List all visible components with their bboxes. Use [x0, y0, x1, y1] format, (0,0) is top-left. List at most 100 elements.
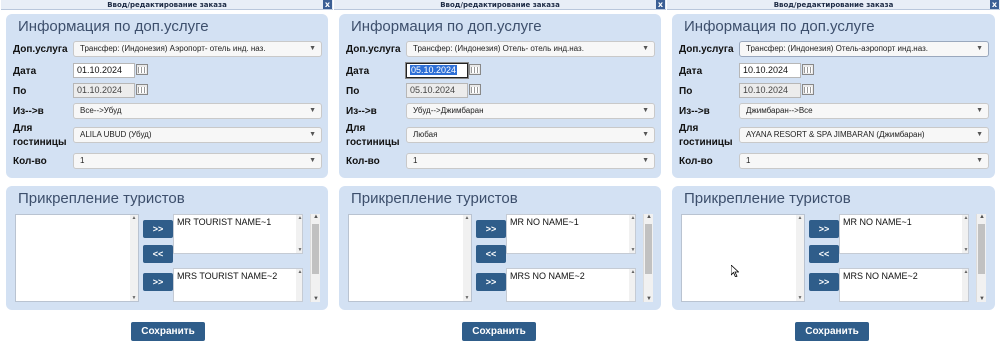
list-scrollbar[interactable]: ▲ ▼	[296, 215, 302, 253]
list-scrollbar[interactable]: ▲ ▼	[629, 215, 635, 253]
hotel-select[interactable]: ALILA UBUD (Убуд) ▼	[73, 127, 322, 143]
tourist-slot-1[interactable]: MR TOURIST NAME~1 ▲ ▼	[173, 214, 303, 254]
list-scrollbar[interactable]: ▲ ▼	[796, 215, 804, 301]
save-button[interactable]: Сохранить	[131, 322, 205, 341]
service-select[interactable]: Трансфер: (Индонезия) Аэропорт- отель ин…	[73, 41, 322, 57]
chevron-down-icon: ▼	[642, 45, 649, 52]
scroll-up-icon[interactable]: ▲	[296, 269, 304, 275]
scroll-up-icon[interactable]: ▲	[629, 269, 637, 275]
qty-select[interactable]: 1 ▼	[739, 153, 989, 169]
route-select[interactable]: Все-->Убуд ▼	[73, 103, 322, 119]
available-tourists-list[interactable]: ▲ ▼	[348, 214, 472, 302]
to-date-label: По	[346, 86, 360, 97]
attach-scrollbar[interactable]: ▲ ▼	[643, 214, 653, 302]
list-scrollbar[interactable]: ▲ ▼	[463, 215, 471, 301]
add-tourist-button[interactable]: >>	[809, 273, 839, 291]
date-field[interactable]: 05.10.2024	[406, 63, 468, 78]
save-button[interactable]: Сохранить	[795, 322, 869, 341]
close-icon[interactable]: x	[323, 0, 332, 9]
scroll-up-icon[interactable]: ▲	[629, 215, 637, 221]
tourist-slot-1[interactable]: MR NO NAME~1 ▲ ▼	[506, 214, 636, 254]
hotel-label: Для гостиницы	[679, 122, 733, 150]
service-label: Доп.услуга	[346, 44, 401, 55]
tourist-attach-card: Прикрепление туристов ▲ ▼ >> << MR NO NAM…	[672, 186, 995, 310]
available-tourists-list[interactable]: ▲ ▼	[681, 214, 805, 302]
tourist-slot-2[interactable]: MRS TOURIST NAME~2 ▲	[173, 268, 303, 302]
add-tourist-button[interactable]: >>	[143, 273, 173, 291]
scroll-down-icon[interactable]: ▼	[977, 296, 987, 302]
remove-tourist-button[interactable]: <<	[476, 245, 506, 263]
scroll-down-icon[interactable]: ▼	[644, 296, 654, 302]
tourist-name: MRS NO NAME~2	[510, 271, 585, 281]
add-tourist-button[interactable]: >>	[143, 220, 173, 238]
scroll-up-icon[interactable]: ▲	[130, 215, 138, 221]
scroll-down-icon[interactable]: ▼	[130, 295, 138, 301]
order-panel-3: Ввод/редактирование заказа x Информация …	[666, 0, 1000, 348]
list-scrollbar[interactable]: ▲	[296, 269, 302, 301]
tourist-name: MR TOURIST NAME~1	[177, 217, 272, 227]
scroll-up-icon[interactable]: ▲	[977, 214, 987, 220]
attach-scrollbar[interactable]: ▲ ▼	[976, 214, 986, 302]
tourist-attach-title: Прикрепление туристов	[684, 190, 851, 207]
scroll-down-icon[interactable]: ▼	[962, 247, 970, 253]
tourist-attach-title: Прикрепление туристов	[18, 190, 185, 207]
scroll-up-icon[interactable]: ▲	[796, 215, 804, 221]
tourist-slot-1[interactable]: MR NO NAME~1 ▲ ▼	[839, 214, 969, 254]
list-scrollbar[interactable]: ▲	[962, 269, 968, 301]
hotel-value: ALILA UBUD (Убуд)	[80, 130, 152, 139]
scroll-up-icon[interactable]: ▲	[962, 269, 970, 275]
attach-scrollbar[interactable]: ▲ ▼	[310, 214, 320, 302]
list-scrollbar[interactable]: ▲ ▼	[130, 215, 138, 301]
tourist-name: MRS TOURIST NAME~2	[177, 271, 278, 281]
calendar-icon[interactable]	[469, 64, 481, 75]
scroll-thumb[interactable]	[312, 224, 319, 274]
scroll-up-icon[interactable]: ▲	[296, 215, 304, 221]
scroll-down-icon[interactable]: ▼	[296, 247, 304, 253]
add-tourist-button[interactable]: >>	[476, 220, 506, 238]
scroll-down-icon[interactable]: ▼	[463, 295, 471, 301]
hotel-select[interactable]: AYANA RESORT & SPA JIMBARAN (Джимбаран) …	[739, 127, 989, 143]
qty-select[interactable]: 1 ▼	[73, 153, 322, 169]
hotel-select[interactable]: Любая ▼	[406, 127, 655, 143]
remove-tourist-button[interactable]: <<	[809, 245, 839, 263]
remove-tourist-button[interactable]: <<	[143, 245, 173, 263]
tourist-attach-title: Прикрепление туристов	[351, 190, 518, 207]
scroll-up-icon[interactable]: ▲	[644, 214, 654, 220]
route-label: Из-->в	[13, 106, 44, 117]
window-titlebar: Ввод/редактирование заказа x	[1, 0, 333, 10]
service-value: Трансфер: (Индонезия) Отель- отель инд.н…	[413, 44, 584, 53]
scroll-thumb[interactable]	[645, 224, 652, 274]
calendar-icon[interactable]	[802, 64, 814, 75]
close-icon[interactable]: x	[990, 0, 999, 9]
date-field[interactable]: 01.10.2024	[73, 63, 135, 78]
qty-label: Кол-во	[679, 156, 713, 167]
calendar-icon[interactable]	[136, 64, 148, 75]
date-label: Дата	[13, 66, 37, 77]
scroll-up-icon[interactable]: ▲	[962, 215, 970, 221]
add-tourist-button[interactable]: >>	[809, 220, 839, 238]
tourist-slot-2[interactable]: MRS NO NAME~2 ▲	[839, 268, 969, 302]
service-select[interactable]: Трансфер: (Индонезия) Отель-аэропорт инд…	[739, 41, 989, 57]
scroll-down-icon[interactable]: ▼	[796, 295, 804, 301]
list-scrollbar[interactable]: ▲ ▼	[962, 215, 968, 253]
scroll-up-icon[interactable]: ▲	[311, 214, 321, 220]
route-select[interactable]: Джимбаран-->Все ▼	[739, 103, 989, 119]
scroll-down-icon[interactable]: ▼	[629, 247, 637, 253]
available-tourists-list[interactable]: ▲ ▼	[15, 214, 139, 302]
list-scrollbar[interactable]: ▲	[629, 269, 635, 301]
add-tourist-button[interactable]: >>	[476, 273, 506, 291]
scroll-thumb[interactable]	[978, 224, 985, 274]
date-label: Дата	[679, 66, 703, 77]
to-date-label: По	[13, 86, 27, 97]
qty-select[interactable]: 1 ▼	[406, 153, 655, 169]
scroll-down-icon[interactable]: ▼	[311, 296, 321, 302]
save-button[interactable]: Сохранить	[462, 322, 536, 341]
route-value: Убуд-->Джимбаран	[413, 106, 484, 115]
tourist-slot-2[interactable]: MRS NO NAME~2 ▲	[506, 268, 636, 302]
service-select[interactable]: Трансфер: (Индонезия) Отель- отель инд.н…	[406, 41, 655, 57]
route-select[interactable]: Убуд-->Джимбаран ▼	[406, 103, 655, 119]
close-icon[interactable]: x	[656, 0, 665, 9]
scroll-up-icon[interactable]: ▲	[463, 215, 471, 221]
date-field[interactable]: 10.10.2024	[739, 63, 801, 78]
hotel-value: Любая	[413, 130, 438, 139]
